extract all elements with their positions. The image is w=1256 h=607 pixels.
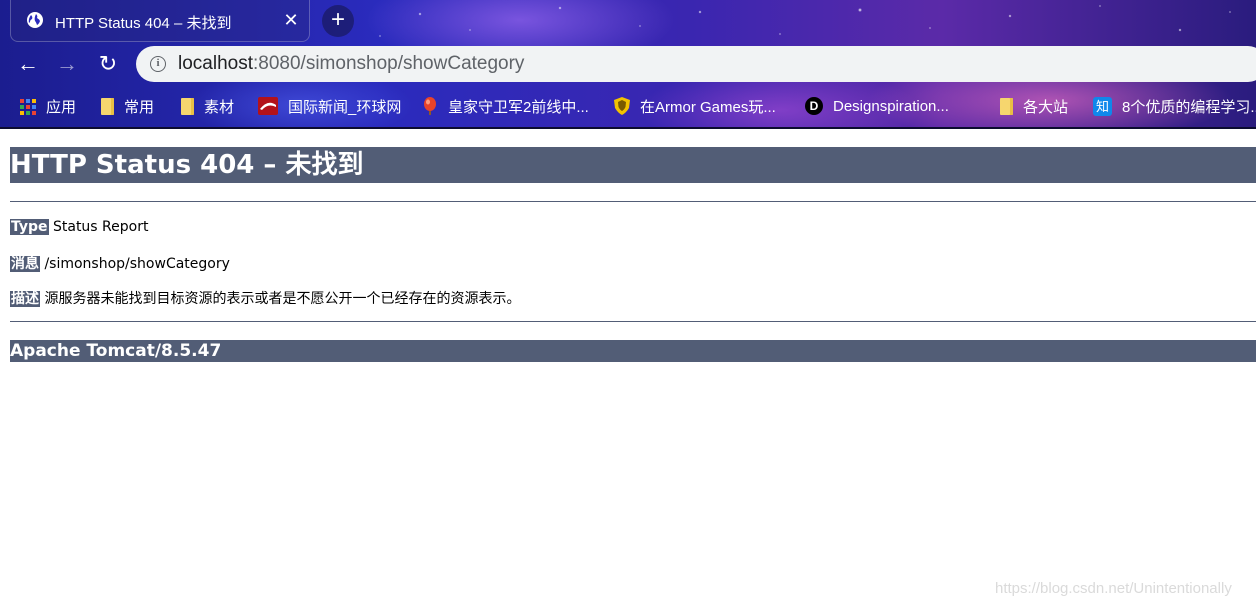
apps-grid-icon — [20, 99, 36, 115]
bookmark-designspiration[interactable]: D Designspiration... — [805, 88, 949, 124]
browser-chrome: HTTP Status 404 – 未找到 ✕ + ← → ↻ i localh… — [0, 0, 1256, 129]
site-info-icon[interactable]: i — [150, 56, 166, 72]
bookmark-label: Designspiration... — [833, 97, 949, 115]
description-row: 描述 源服务器未能找到目标资源的表示或者是不愿公开一个已经存在的资源表示。 — [10, 288, 520, 308]
zhihu-icon: 知 — [1093, 96, 1112, 116]
divider-top — [10, 201, 1256, 202]
type-row: Type Status Report — [10, 219, 148, 235]
bookmark-kingdom-rush[interactable]: 皇家守卫军2前线中... — [422, 88, 589, 124]
back-button[interactable]: ← — [12, 48, 44, 80]
bookmark-apps[interactable]: 应用 — [20, 88, 76, 124]
url-path: :8080/simonshop/showCategory — [253, 53, 525, 74]
page-title: HTTP Status 404 – 未找到 — [10, 147, 1256, 183]
toolbar-divider — [0, 127, 1256, 129]
type-value: Status Report — [52, 219, 149, 235]
description-label: 描述 — [10, 291, 40, 307]
folder-icon — [181, 97, 194, 115]
bookmark-label: 国际新闻_环球网 — [288, 98, 402, 116]
tab-close-icon[interactable]: ✕ — [281, 10, 301, 30]
description-value: 源服务器未能找到目标资源的表示或者是不愿公开一个已经存在的资源表示。 — [44, 291, 521, 307]
bookmarks-bar: 应用 常用 素材 国际新闻_环球网 皇家守卫军2前线中... 在Armor Ga… — [0, 88, 1256, 124]
type-label: Type — [10, 219, 49, 235]
message-label: 消息 — [10, 256, 40, 272]
bookmark-label: 在Armor Games玩... — [640, 98, 776, 116]
bookmark-folder-materials[interactable]: 素材 — [181, 88, 234, 124]
bookmark-label: 皇家守卫军2前线中... — [448, 98, 589, 116]
bookmark-armor-games[interactable]: 在Armor Games玩... — [614, 88, 776, 124]
watermark: https://blog.csdn.net/Unintentionally — [995, 580, 1232, 597]
bookmark-label: 应用 — [46, 98, 77, 116]
armor-games-shield-icon — [614, 97, 630, 115]
huanqiu-icon — [258, 97, 278, 115]
address-bar[interactable]: i localhost:8080/simonshop/showCategory — [136, 46, 1256, 82]
bookmark-label: 各大站 — [1023, 98, 1069, 116]
server-info: Apache Tomcat/8.5.47 — [10, 340, 1256, 362]
tab-title: HTTP Status 404 – 未找到 — [55, 15, 232, 32]
url-host: localhost — [178, 53, 253, 74]
folder-icon — [101, 97, 114, 115]
bookmark-label: 8个优质的编程学习... — [1122, 98, 1256, 116]
new-tab-button[interactable]: + — [322, 5, 354, 37]
bookmark-folder-major-sites[interactable]: 各大站 — [1000, 88, 1068, 124]
forward-button[interactable]: → — [51, 48, 83, 80]
bookmark-label: 素材 — [204, 98, 235, 116]
folder-icon — [1000, 97, 1013, 115]
bookmark-folder-common[interactable]: 常用 — [101, 88, 154, 124]
designspiration-d-icon: D — [805, 97, 823, 115]
active-tab[interactable]: HTTP Status 404 – 未找到 ✕ — [10, 0, 310, 42]
reload-button[interactable]: ↻ — [92, 48, 124, 80]
bookmark-zhihu[interactable]: 知 8个优质的编程学习... — [1093, 88, 1256, 124]
globe-icon — [27, 12, 43, 28]
bookmark-huanqiu[interactable]: 国际新闻_环球网 — [258, 88, 401, 124]
message-row: 消息 /simonshop/showCategory — [10, 253, 230, 273]
message-value: /simonshop/showCategory — [44, 256, 230, 272]
url-text[interactable]: localhost:8080/simonshop/showCategory — [178, 53, 524, 75]
divider-bottom — [10, 321, 1256, 322]
bookmark-label: 常用 — [124, 98, 155, 116]
balloon-icon — [424, 97, 436, 115]
